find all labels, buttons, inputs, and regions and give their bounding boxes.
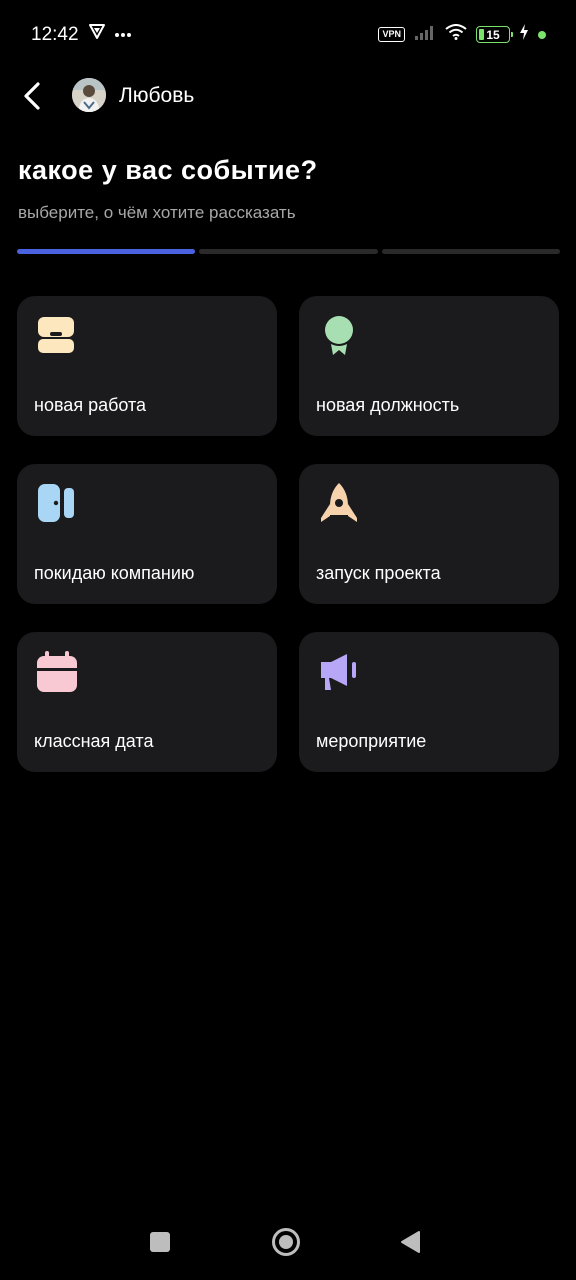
megaphone-icon xyxy=(317,650,361,694)
page-subtitle: выберите, о чём хотите рассказать xyxy=(18,203,296,222)
page-title: какое у вас событие? xyxy=(18,155,318,185)
home-circle-icon xyxy=(272,1228,300,1256)
home-button[interactable] xyxy=(268,1224,304,1260)
event-type-grid: новая работа новая должность покидаю ком… xyxy=(17,296,559,772)
rocket-icon xyxy=(317,482,361,526)
calendar-icon xyxy=(35,650,79,694)
system-back-button[interactable] xyxy=(392,1224,428,1260)
briefcase-icon xyxy=(35,314,79,358)
event-card-label: новая должность xyxy=(316,395,460,415)
step-progress xyxy=(17,249,560,254)
user-name: Любовь xyxy=(119,84,195,107)
signal-icon xyxy=(414,24,436,45)
vpn-badge: VPN xyxy=(378,27,405,42)
wifi-icon xyxy=(445,24,467,45)
privacy-indicator-dot xyxy=(538,30,546,39)
status-bar: 12:42 VPN 15 xyxy=(0,0,576,70)
door-icon xyxy=(35,482,79,526)
avatar[interactable] xyxy=(72,78,106,112)
progress-step-3 xyxy=(381,249,560,254)
event-card-leaving-company[interactable]: покидаю компанию xyxy=(17,464,277,604)
event-card-label: запуск проекта xyxy=(316,563,441,583)
vpn-shield-icon xyxy=(88,22,106,45)
chevron-left-icon xyxy=(24,82,40,110)
event-card-project-launch[interactable]: запуск проекта xyxy=(299,464,559,604)
event-card-label: классная дата xyxy=(34,731,154,751)
medal-icon xyxy=(317,314,361,358)
back-button[interactable] xyxy=(14,76,50,116)
event-card-new-position[interactable]: новая должность xyxy=(299,296,559,436)
charging-icon xyxy=(519,24,529,45)
event-card-label: покидаю компанию xyxy=(34,563,195,583)
event-card-event[interactable]: мероприятие xyxy=(299,632,559,772)
event-card-great-date[interactable]: классная дата xyxy=(17,632,277,772)
event-card-label: мероприятие xyxy=(316,731,427,751)
progress-step-2 xyxy=(199,249,378,254)
battery-level: 15 xyxy=(486,27,500,42)
event-card-label: новая работа xyxy=(34,395,147,415)
square-icon xyxy=(150,1232,170,1252)
system-nav-bar xyxy=(0,1200,576,1280)
header: Любовь xyxy=(0,70,576,124)
event-card-new-job[interactable]: новая работа xyxy=(17,296,277,436)
more-notifications-icon xyxy=(114,25,132,43)
battery-indicator: 15 xyxy=(476,26,513,43)
recent-apps-button[interactable] xyxy=(142,1224,178,1260)
status-time: 12:42 xyxy=(31,24,79,45)
triangle-back-icon xyxy=(401,1231,420,1253)
progress-step-1 xyxy=(17,249,196,254)
